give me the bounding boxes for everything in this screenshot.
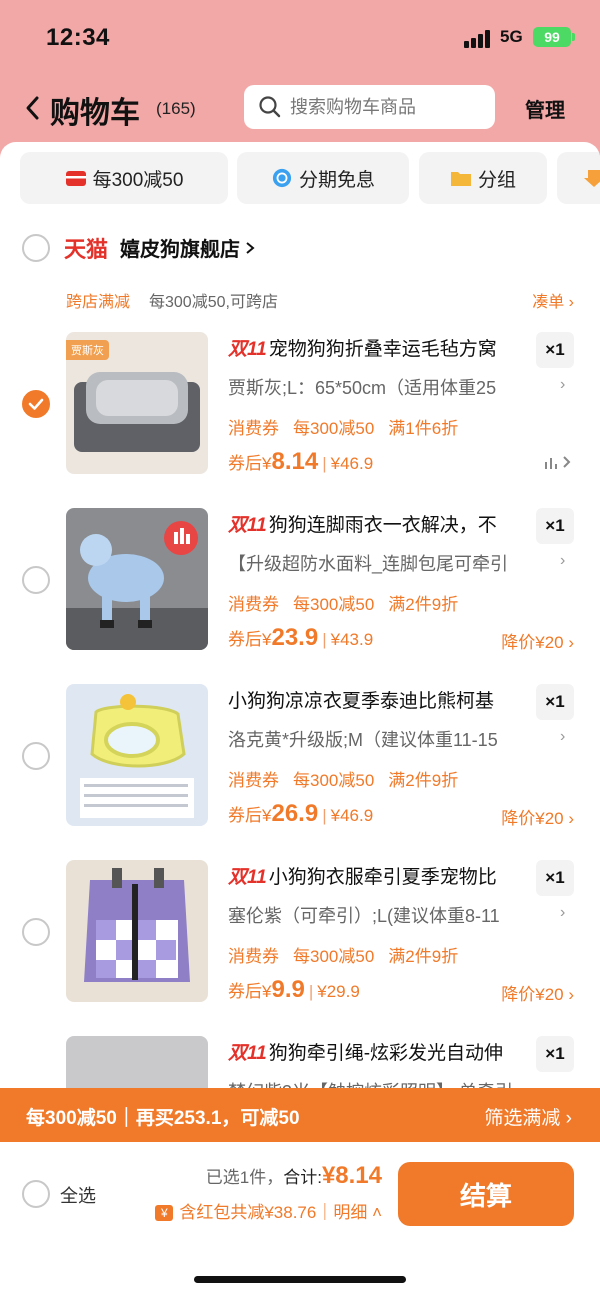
price-trend-icon[interactable] xyxy=(544,452,574,472)
status-time: 12:34 xyxy=(46,24,110,51)
download-arrow-icon xyxy=(584,170,600,187)
cooling-vest-image xyxy=(66,684,208,826)
chevron-right-icon xyxy=(246,242,255,254)
chip-group[interactable]: 分组 xyxy=(419,152,547,204)
product-name[interactable]: 双11 小狗狗衣服牵引夏季宠物比 xyxy=(228,862,528,889)
quantity-button[interactable]: ×1 xyxy=(536,332,574,368)
quantity-button[interactable]: ×1 xyxy=(536,684,574,720)
product-name[interactable]: 双11 狗狗牵引绳-炫彩发光自动伸 xyxy=(228,1038,528,1065)
nav-bar: 购物车 (165) 管理 xyxy=(0,80,600,136)
total-amount: ¥8.14 xyxy=(321,1162,382,1189)
cart-item[interactable]: 贾斯灰 双11 宠物狗狗折叠幸运毛毡方窝 ×1 贾斯灰;L：65*50cm（适用体… xyxy=(0,332,600,508)
promo-title: 跨店满减 xyxy=(66,294,131,311)
check-icon xyxy=(28,398,44,410)
chip-label: 分期免息 xyxy=(298,169,375,191)
chip-more[interactable] xyxy=(557,152,600,204)
thumb-badge: 贾斯灰 xyxy=(66,340,109,360)
checkout-bar: 全选 已选1件，合计:¥8.14 ¥ 含红包共减¥38.76｜明细 ˄ 结算 xyxy=(0,1142,600,1298)
product-name[interactable]: 双11 宠物狗狗折叠幸运毛毡方窝 xyxy=(228,334,528,361)
promo-tags: 消费券 每300减50 满2件9折 xyxy=(228,947,459,966)
price-line: 券后¥9.9 | ¥29.9 xyxy=(228,976,360,1003)
item-checkbox[interactable] xyxy=(22,566,50,594)
product-image[interactable] xyxy=(66,684,208,826)
price-line: 券后¥8.14 | ¥46.9 xyxy=(228,448,374,475)
search-input[interactable] xyxy=(290,93,485,121)
store-header[interactable]: 天猫 嬉皮狗旗舰店 xyxy=(0,228,600,268)
product-sku[interactable]: 贾斯灰;L：65*50cm（适用体重25 xyxy=(228,374,548,400)
item-checkbox[interactable] xyxy=(22,390,50,418)
chip-label: 每300减50 xyxy=(92,169,184,191)
chip-installment[interactable]: 分期免息 xyxy=(237,152,409,204)
product-name[interactable]: 双11 狗狗连脚雨衣一衣解决，不 xyxy=(228,510,528,537)
installment-icon xyxy=(272,168,292,188)
promo-tags: 消费券 每300减50 满2件9折 xyxy=(228,595,459,614)
store-name[interactable]: 嬉皮狗旗舰店 xyxy=(120,233,256,262)
battery-nub xyxy=(572,33,575,41)
price-line: 券后¥26.9 | ¥46.9 xyxy=(228,800,374,827)
discount-summary[interactable]: ¥ 含红包共减¥38.76｜明细 ˄ xyxy=(155,1198,382,1223)
cart-item[interactable]: 双11 狗狗连脚雨衣一衣解决，不 ×1 【升级超防水面料_连脚包尾可牵引 › 消费… xyxy=(0,508,600,684)
summary-line: 已选1件，合计:¥8.14 xyxy=(205,1162,382,1189)
store-select-checkbox[interactable] xyxy=(22,234,50,262)
filter-chips: 每300减50 分期免息 分组 xyxy=(20,152,600,204)
product-sku[interactable]: 【升级超防水面料_连脚包尾可牵引 xyxy=(228,550,548,576)
search-box[interactable] xyxy=(244,85,495,129)
filter-discount-link[interactable]: 筛选满减 › xyxy=(484,1103,572,1130)
back-chevron-icon[interactable] xyxy=(22,92,44,124)
price-line: 券后¥23.9 | ¥43.9 xyxy=(228,624,374,651)
store-promo-row: 跨店满减 每300减50,可跨店 凑单 › xyxy=(0,288,600,312)
sku-chevron-icon: › xyxy=(560,728,566,745)
sku-chevron-icon: › xyxy=(560,552,566,569)
promo-tags: 消费券 每300减50 满1件6折 xyxy=(228,419,459,438)
cart-count: (165) xyxy=(156,99,196,118)
promo-tags: 消费券 每300减50 满2件9折 xyxy=(228,771,459,790)
cart-item[interactable]: 双11 小狗狗衣服牵引夏季宠物比 ×1 塞伦紫（可牵引）;L(建议体重8-11 ›… xyxy=(0,860,600,1036)
sku-chevron-icon: › xyxy=(560,376,566,393)
product-sku[interactable]: 洛克黄*升级版;M（建议体重11-15 xyxy=(228,726,548,752)
folder-icon xyxy=(450,172,471,186)
quantity-button[interactable]: ×1 xyxy=(536,1036,574,1072)
store-coupon-icon xyxy=(65,171,86,186)
product-image[interactable] xyxy=(66,508,208,650)
item-checkbox[interactable] xyxy=(22,742,50,770)
checkout-button[interactable]: 结算 xyxy=(398,1162,574,1226)
sku-chevron-icon: › xyxy=(560,904,566,921)
discount-bar-text: 每300减50｜再买253.1，可减50 xyxy=(26,1108,300,1129)
promo-desc: 每300减50,可跨店 xyxy=(149,294,278,311)
battery-icon: 99 xyxy=(533,27,571,47)
product-sku[interactable]: 塞伦紫（可牵引）;L(建议体重8-11 xyxy=(228,902,548,928)
discount-bar[interactable]: 每300减50｜再买253.1，可减50 筛选满减 › xyxy=(0,1088,600,1142)
manage-button[interactable]: 管理 xyxy=(525,94,565,123)
home-indicator xyxy=(194,1276,406,1283)
tmall-logo: 天猫 xyxy=(64,237,109,262)
chip-discount[interactable]: 每300减50 xyxy=(20,152,228,204)
red-packet-icon: ¥ xyxy=(155,1205,174,1221)
product-image[interactable] xyxy=(66,860,208,1002)
price-drop-label[interactable]: 降价¥20 › xyxy=(501,628,574,653)
quantity-button[interactable]: ×1 xyxy=(536,508,574,544)
search-icon xyxy=(259,96,281,118)
product-name[interactable]: 小狗狗凉凉衣夏季泰迪比熊柯基 xyxy=(228,686,528,713)
price-drop-label[interactable]: 降价¥20 › xyxy=(501,980,574,1005)
quantity-button[interactable]: ×1 xyxy=(536,860,574,896)
add-items-link[interactable]: 凑单 › xyxy=(532,288,574,312)
product-image[interactable]: 贾斯灰 xyxy=(66,332,208,474)
cart-item[interactable]: 小狗狗凉凉衣夏季泰迪比熊柯基 ×1 洛克黄*升级版;M（建议体重11-15 › … xyxy=(0,684,600,860)
price-drop-label[interactable]: 降价¥20 › xyxy=(501,804,574,829)
select-all-checkbox[interactable] xyxy=(22,1180,50,1208)
select-all-label[interactable]: 全选 xyxy=(60,1182,96,1208)
dog-harness-image xyxy=(66,860,208,1002)
item-checkbox[interactable] xyxy=(22,918,50,946)
chip-label: 分组 xyxy=(477,169,516,191)
status-bar: 12:34 5G 99 xyxy=(0,0,600,72)
network-type: 5G xyxy=(500,27,523,46)
raincoat-image xyxy=(66,508,208,650)
page-title: 购物车 xyxy=(50,97,140,130)
signal-icon xyxy=(464,30,494,48)
